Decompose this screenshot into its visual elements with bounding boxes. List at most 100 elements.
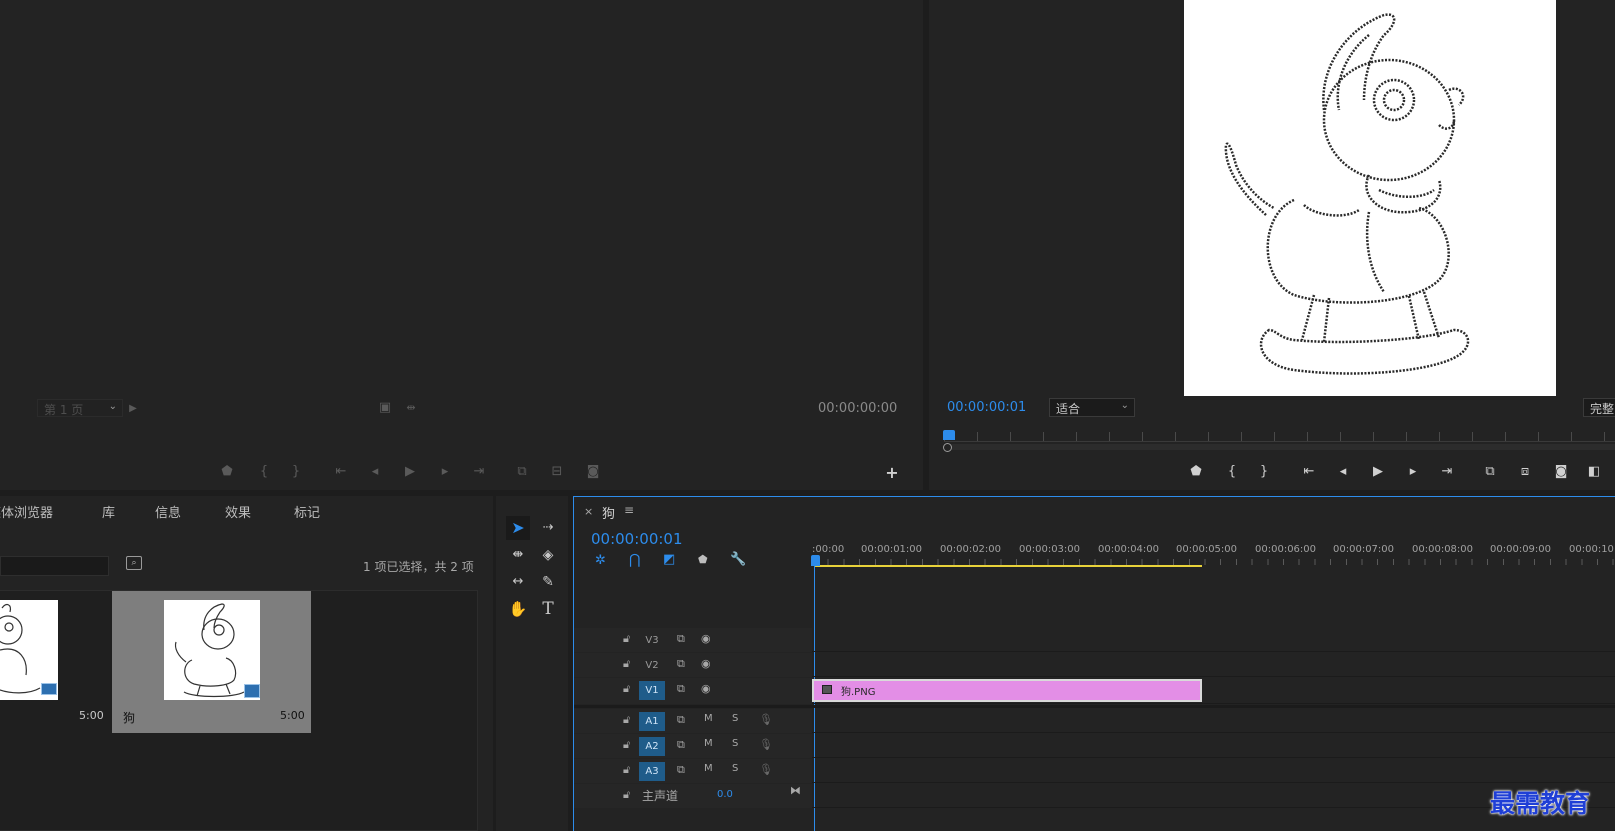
master-volume-value[interactable]: 0.0 xyxy=(717,789,733,800)
sync-lock-icon[interactable]: ⧉ xyxy=(677,713,685,727)
camera-icon[interactable]: ◙ xyxy=(584,464,602,480)
track-target[interactable]: V1 xyxy=(639,681,665,700)
eye-icon[interactable]: ◉ xyxy=(701,682,711,695)
track-target[interactable]: V3 xyxy=(639,631,665,650)
razor-tool-icon[interactable]: ◈ xyxy=(536,543,560,567)
program-timecode[interactable]: 00:00:00:01 xyxy=(947,400,1026,415)
step-back-icon[interactable]: ◂ xyxy=(366,464,384,480)
new-search-bin-icon[interactable]: ⌕ xyxy=(126,556,142,570)
project-items-area: 5:00 狗 5:00 xyxy=(0,590,478,831)
settings-square-icon[interactable]: ▣ xyxy=(376,400,394,416)
eye-icon[interactable]: ◉ xyxy=(701,632,711,645)
overwrite-icon[interactable]: ⊟ xyxy=(548,464,566,480)
track-target[interactable]: A2 xyxy=(639,737,665,756)
add-marker-icon[interactable]: ⬟ xyxy=(698,553,708,566)
lock-icon[interactable]: 🔓︎ xyxy=(623,788,630,802)
track-target[interactable]: V2 xyxy=(639,656,665,675)
playhead-marker[interactable] xyxy=(811,555,820,566)
add-button-icon[interactable]: + xyxy=(883,465,901,481)
mute-button[interactable]: M xyxy=(704,763,713,774)
go-to-end-icon[interactable]: ⧓ xyxy=(790,784,801,797)
hand-tool-icon[interactable]: ✋ xyxy=(506,597,530,621)
solo-button[interactable]: S xyxy=(732,738,738,749)
tab-media-browser[interactable]: 媒体浏览器 xyxy=(0,502,53,521)
solo-button[interactable]: S xyxy=(732,713,738,724)
microphone-icon[interactable]: 🎙︎ xyxy=(759,763,773,776)
track-target[interactable]: A3 xyxy=(639,762,665,781)
video-audio-divider[interactable] xyxy=(574,705,1615,708)
ripple-edit-tool-icon[interactable]: ⇼ xyxy=(506,543,530,567)
program-video-frame[interactable] xyxy=(1184,0,1556,396)
go-to-in-icon[interactable]: ⇤ xyxy=(332,464,350,480)
solo-button[interactable]: S xyxy=(732,763,738,774)
panel-menu-icon[interactable]: ≡ xyxy=(624,503,634,517)
microphone-icon[interactable]: 🎙︎ xyxy=(759,713,773,726)
project-item[interactable]: 5:00 xyxy=(0,591,110,729)
scrubber-handle-icon[interactable] xyxy=(943,443,952,452)
track-target[interactable]: A1 xyxy=(639,712,665,731)
lock-icon[interactable]: 🔓︎ xyxy=(623,738,630,752)
linked-selection-icon[interactable]: ◩ xyxy=(663,552,675,567)
page-select[interactable]: 第 1 页 ⌄ xyxy=(37,399,123,417)
lock-icon[interactable]: 🔓︎ xyxy=(623,632,630,646)
sync-lock-icon[interactable]: ⧉ xyxy=(677,738,685,752)
insert-icon[interactable]: ⧉ xyxy=(513,464,531,480)
sync-lock-icon[interactable]: ⧉ xyxy=(677,632,685,646)
tab-libraries[interactable]: 库 xyxy=(102,502,115,521)
timeline-timecode[interactable]: 00:00:00:01 xyxy=(591,530,683,548)
step-back-icon[interactable]: ◂ xyxy=(1334,464,1352,480)
playhead-marker[interactable] xyxy=(943,430,955,440)
lock-icon[interactable]: 🔓︎ xyxy=(623,713,630,727)
step-forward-icon[interactable]: ▸ xyxy=(436,464,454,480)
mute-button[interactable]: M xyxy=(704,713,713,724)
sync-lock-icon[interactable]: ⧉ xyxy=(677,763,685,777)
go-to-out-icon[interactable]: ⇥ xyxy=(470,464,488,480)
go-to-out-icon[interactable]: ⇥ xyxy=(1438,464,1456,480)
drop-frame-icon[interactable]: ⇹ xyxy=(402,400,420,416)
eye-icon[interactable]: ◉ xyxy=(701,657,711,670)
play-icon[interactable]: ▶ xyxy=(401,464,419,480)
play-icon[interactable]: ▶ xyxy=(1369,464,1387,480)
slip-tool-icon[interactable]: ↔ xyxy=(506,570,530,594)
mark-in-icon[interactable]: { xyxy=(1223,464,1241,480)
pen-tool-icon[interactable]: ✎ xyxy=(536,570,560,594)
work-area-bar[interactable] xyxy=(814,565,1202,567)
play-right-icon[interactable]: ▶ xyxy=(124,401,142,417)
microphone-icon[interactable]: 🎙︎ xyxy=(759,738,773,751)
sync-lock-icon[interactable]: ⧉ xyxy=(677,682,685,696)
step-forward-icon[interactable]: ▸ xyxy=(1404,464,1422,480)
marker-icon[interactable]: ⬟ xyxy=(1187,464,1205,480)
go-to-in-icon[interactable]: ⇤ xyxy=(1300,464,1318,480)
close-icon[interactable]: × xyxy=(584,505,593,518)
extract-icon[interactable]: ⧈ xyxy=(1516,464,1534,480)
tab-effects[interactable]: 效果 xyxy=(225,502,251,521)
snap-magnet-icon[interactable]: ⋂ xyxy=(629,552,640,568)
wrench-settings-icon[interactable]: 🔧 xyxy=(730,552,746,567)
fit-select[interactable]: 适合 ⌄ xyxy=(1049,398,1135,417)
marker-icon[interactable]: ⬟ xyxy=(218,464,236,480)
ruler-label: 00:00:08:00 xyxy=(1412,544,1474,555)
tab-info[interactable]: 信息 xyxy=(155,502,181,521)
tab-markers[interactable]: 标记 xyxy=(294,502,320,521)
mute-button[interactable]: M xyxy=(704,738,713,749)
lift-icon[interactable]: ⧉ xyxy=(1481,464,1499,480)
track-select-tool-icon[interactable]: ⇢ xyxy=(536,516,560,540)
quality-select[interactable]: 完整 xyxy=(1583,398,1615,417)
selection-tool-icon[interactable]: ➤ xyxy=(506,516,530,540)
program-scrubber[interactable] xyxy=(943,430,1615,452)
sync-lock-icon[interactable]: ⧉ xyxy=(677,657,685,671)
lock-icon[interactable]: 🔓︎ xyxy=(623,657,630,671)
search-input[interactable] xyxy=(0,556,109,576)
mark-out-icon[interactable]: } xyxy=(287,464,305,480)
lock-icon[interactable]: 🔓︎ xyxy=(623,763,630,777)
type-tool-icon[interactable]: T xyxy=(536,597,560,621)
lock-icon[interactable]: 🔓︎ xyxy=(623,682,630,696)
camera-icon[interactable]: ◙ xyxy=(1552,464,1570,480)
compare-view-icon[interactable]: ◧ xyxy=(1585,464,1603,480)
project-item-selected[interactable]: 狗 5:00 xyxy=(112,591,311,733)
video-clip[interactable]: 狗.PNG xyxy=(812,679,1202,702)
sequence-tab-title[interactable]: 狗 xyxy=(602,503,615,522)
mark-out-icon[interactable]: } xyxy=(1255,464,1273,480)
nest-toggle-icon[interactable]: ✲ xyxy=(595,553,606,568)
mark-in-icon[interactable]: { xyxy=(255,464,273,480)
